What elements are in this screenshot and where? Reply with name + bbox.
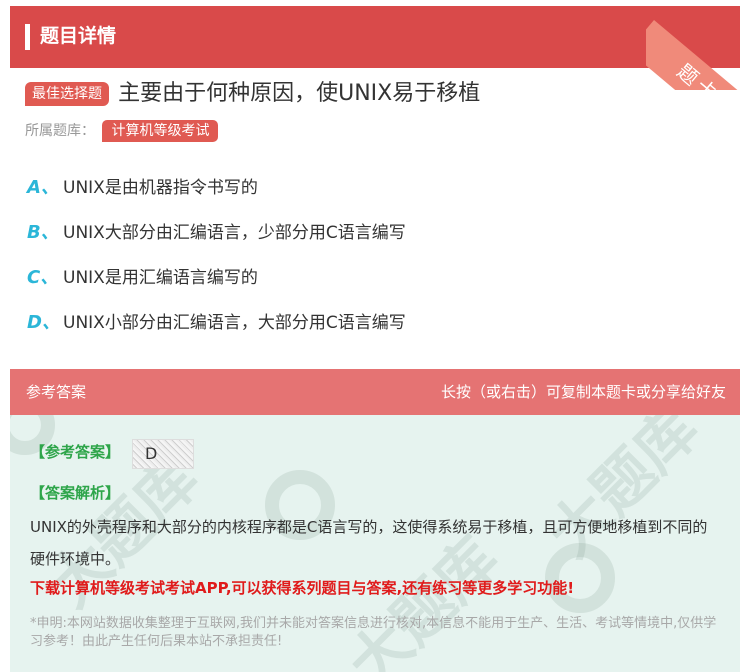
library-label: 所属题库： [25, 123, 95, 139]
analysis-text: UNIX的外壳程序和大部分的内核程序都是C语言写的，这使得系统易于移植，且可方便… [30, 518, 708, 568]
page-title: 题目详情 [40, 25, 117, 47]
option-letter: A、 [27, 177, 59, 198]
share-hint: 长按（或右击）可复制本题卡或分享给好友 [440, 383, 726, 401]
option-letter: B、 [27, 222, 59, 243]
card-ribbon: 题卡 [646, 0, 750, 90]
option-c[interactable]: C、 UNIX是用汇编语言编写的 [27, 265, 258, 291]
option-text: UNIX大部分由汇编语言，少部分用C语言编写 [63, 223, 406, 243]
option-letter: D、 [27, 312, 60, 333]
option-text: UNIX小部分由汇编语言，大部分用C语言编写 [63, 313, 406, 333]
option-b[interactable]: B、 UNIX大部分由汇编语言，少部分用C语言编写 [27, 220, 406, 246]
answer-label: 【参考答案】 [30, 443, 121, 461]
header-accent-bar [25, 24, 30, 50]
analysis-label: 【答案解析】 [30, 484, 121, 502]
answer-header-title: 参考答案 [26, 383, 87, 401]
option-letter: C、 [27, 267, 59, 288]
disclaimer: *申明:本网站数据收集整理于互联网,我们并未能对答案信息进行核对,本信息不能用于… [30, 616, 717, 649]
option-text: UNIX是用汇编语言编写的 [63, 268, 258, 288]
library-row: 所属题库： 计算机等级考试 [25, 120, 219, 142]
answer-header: 参考答案 长按（或右击）可复制本题卡或分享给好友 [10, 369, 740, 415]
question-type-badge: 最佳选择题 [25, 82, 109, 106]
option-text: UNIX是由机器指令书写的 [63, 178, 258, 198]
page-header: 题目详情 [10, 6, 740, 68]
answer-image: D [132, 439, 194, 469]
app-promo-link[interactable]: 下载计算机等级考试考试APP,可以获得系列题目与答案,还有练习等更多学习功能! [30, 577, 574, 599]
option-a[interactable]: A、 UNIX是由机器指令书写的 [27, 175, 258, 201]
option-d[interactable]: D、 UNIX小部分由汇编语言，大部分用C语言编写 [27, 310, 406, 336]
question-text: 主要由于何种原因，使UNIX易于移植 [118, 81, 481, 106]
library-tag[interactable]: 计算机等级考试 [102, 120, 219, 142]
question-row: 最佳选择题 主要由于何种原因，使UNIX易于移植 [25, 78, 740, 110]
answer-body: 大题库 大题库 大题库 【参考答案】 D 【答案解析】 UNIX的外壳程序和大部… [10, 415, 740, 672]
